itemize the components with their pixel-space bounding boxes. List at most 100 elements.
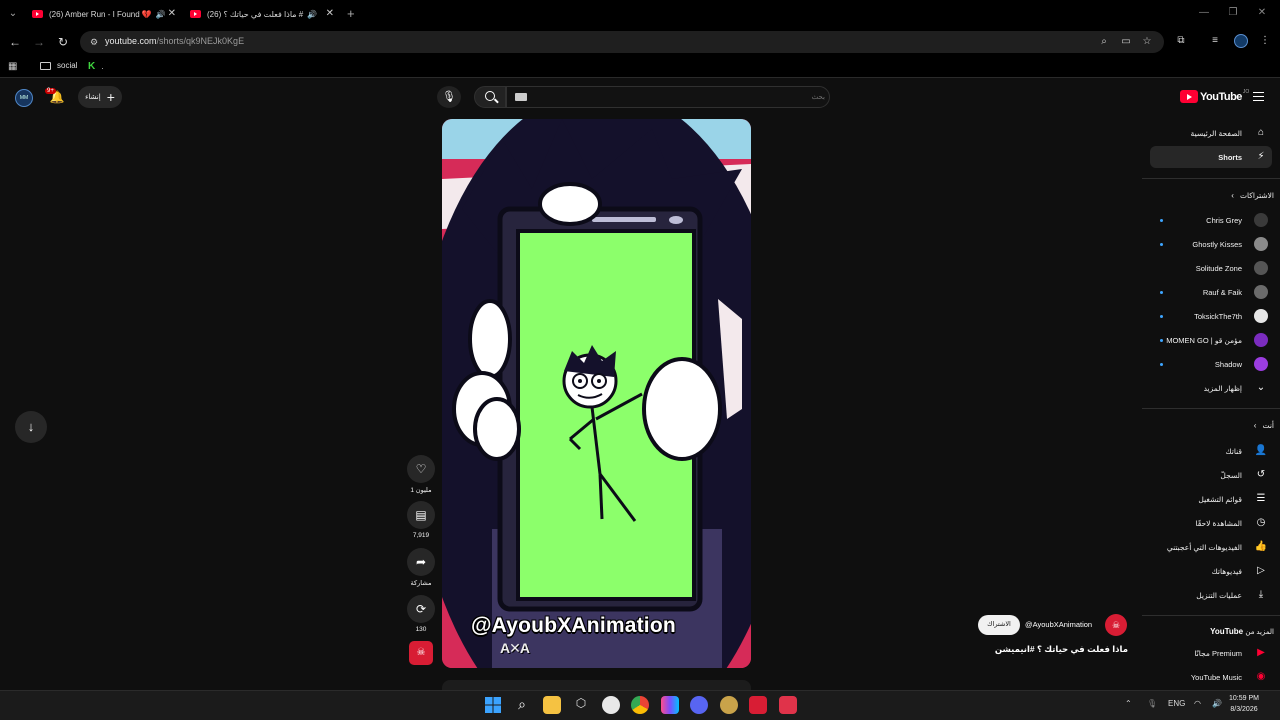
guide-item-premium[interactable]: ▶ Premium مجانًا bbox=[1150, 642, 1272, 664]
address-bar[interactable]: ⚙ youtube.com/shorts/qk9NEJk0KgE ⌕ ▭ ☆ bbox=[80, 31, 1164, 53]
file-explorer-icon[interactable] bbox=[543, 696, 561, 714]
sidebar-you-item[interactable]: ◷ المشاهدة لاحقًا bbox=[1150, 512, 1272, 534]
subscribe-button[interactable]: الاشتراك bbox=[978, 615, 1020, 635]
browser-menu-icon[interactable]: ⋮ bbox=[1258, 34, 1272, 48]
remix-button[interactable]: ⟳ 130 bbox=[405, 595, 437, 633]
reload-icon[interactable]: ↻ bbox=[55, 34, 71, 50]
discord-icon[interactable] bbox=[690, 696, 708, 714]
wifi-icon[interactable]: ◠ bbox=[1194, 699, 1201, 708]
browser-tab[interactable]: (26) Amber Run - I Found 💔 🔊 ✕ bbox=[32, 4, 176, 24]
shorts-icon: ⚡ bbox=[1257, 151, 1265, 162]
tray-mic-icon[interactable]: 🎙 bbox=[1147, 699, 1157, 708]
sidebar-subscription-item[interactable]: مؤمن قو | MOMEN GO bbox=[1150, 329, 1272, 351]
taskbar-search-icon[interactable]: ⌕ bbox=[513, 696, 531, 714]
sidebar-subscription-item[interactable]: Solitude Zone bbox=[1150, 257, 1272, 279]
subscriptions-header[interactable]: الاشتراكات › bbox=[1150, 191, 1274, 200]
app-stripes-icon[interactable] bbox=[661, 696, 679, 714]
close-window-icon[interactable]: ✕ bbox=[1255, 7, 1269, 18]
tab-search-icon[interactable]: ⌄ bbox=[6, 7, 20, 21]
next-video-arrow-icon[interactable]: ↓ bbox=[15, 411, 47, 443]
channel-avatar[interactable]: ☠ bbox=[1105, 614, 1127, 636]
speaker-icon[interactable]: 🔊 bbox=[156, 10, 166, 19]
app-red-active-icon[interactable] bbox=[779, 696, 797, 714]
shorts-video-player[interactable] bbox=[442, 119, 751, 668]
zoom-icon[interactable]: ⌕ bbox=[1097, 35, 1111, 49]
guide-item-home[interactable]: ⌂ الصفحة الرئيسية bbox=[1150, 122, 1272, 144]
sidebar-subscription-item[interactable]: Ghostly Kisses bbox=[1150, 233, 1272, 255]
apps-grid-icon[interactable]: ▦ bbox=[8, 61, 17, 72]
sidebar-you-item[interactable]: 👍 الفيديوهات التي أعجبتني bbox=[1150, 536, 1272, 558]
playlist-icon: ☰ bbox=[1256, 493, 1266, 504]
youtube-logo[interactable]: YouTube JO bbox=[1180, 89, 1249, 103]
search-box[interactable] bbox=[506, 86, 830, 108]
share-button[interactable]: ➦ مشاركة bbox=[405, 548, 437, 587]
sidebar-you-item[interactable]: 👤 قناتك bbox=[1150, 440, 1272, 462]
sidebar-you-item[interactable]: ▷ فيديوهاتك bbox=[1150, 560, 1272, 582]
comments-button[interactable]: ▤ 7,919 bbox=[405, 501, 437, 539]
sidebar-subscription-item[interactable]: Chris Grey bbox=[1150, 209, 1272, 231]
new-tab-button[interactable]: + bbox=[347, 6, 355, 21]
bookmark-k[interactable]: K . bbox=[88, 61, 103, 72]
close-tab-icon[interactable]: ✕ bbox=[168, 8, 176, 19]
app-cube-icon[interactable]: ⬡ bbox=[572, 696, 590, 714]
forward-icon[interactable]: → bbox=[31, 34, 47, 50]
channel-row: الاشتراك @AyoubXAnimation ☠ bbox=[975, 613, 1130, 639]
short-title[interactable]: ماذا فعلت في حياتك ؟ #انيميشن bbox=[980, 644, 1128, 655]
language-indicator[interactable]: ENG bbox=[1168, 699, 1185, 708]
share-icon: ➦ bbox=[407, 548, 435, 576]
url-text[interactable]: youtube.com/shorts/qk9NEJk0KgE bbox=[105, 36, 244, 46]
comment-icon: ▤ bbox=[407, 501, 435, 529]
channel-avatar-icon bbox=[1254, 237, 1268, 251]
like-count: 1 مليون bbox=[410, 487, 432, 494]
voice-search-mic-icon[interactable]: 🎙 bbox=[437, 86, 461, 108]
tray-chevron-up-icon[interactable]: ⌃ bbox=[1125, 699, 1132, 708]
channel-handle[interactable]: @AyoubXAnimation bbox=[1025, 620, 1092, 629]
volume-icon[interactable]: 🔊 bbox=[1212, 699, 1222, 708]
cast-icon[interactable]: ▭ bbox=[1119, 35, 1133, 49]
sidebar-subscription-item[interactable]: Shadow bbox=[1150, 353, 1272, 375]
guide-menu-icon[interactable] bbox=[1253, 92, 1264, 101]
site-info-icon[interactable]: ⚙ bbox=[88, 36, 100, 48]
create-button[interactable]: إنشاء + bbox=[78, 86, 122, 108]
sidebar-subscription-item[interactable]: ToksickThe7th bbox=[1150, 305, 1272, 327]
minimize-icon[interactable]: — bbox=[1197, 7, 1211, 18]
sound-avatar[interactable]: ☠ bbox=[409, 641, 433, 665]
sidebar-you-item[interactable]: ⤓ عمليات التنزيل bbox=[1150, 584, 1272, 606]
profile-avatar[interactable] bbox=[1234, 34, 1248, 48]
person-icon: 👤 bbox=[1254, 445, 1268, 456]
sidebar-you-item[interactable]: ☰ قوائم التشغيل bbox=[1150, 488, 1272, 510]
sidebar-subscription-item[interactable]: Rauf & Faik bbox=[1150, 281, 1272, 303]
like-button[interactable]: ♡ 1 مليون bbox=[405, 455, 437, 494]
next-short-preview[interactable] bbox=[442, 680, 751, 690]
speaker-icon[interactable]: 🔊 bbox=[307, 10, 317, 19]
guide-item-youtube-music[interactable]: ◉ YouTube Music bbox=[1150, 666, 1272, 688]
app-red-icon[interactable] bbox=[749, 696, 767, 714]
search-button[interactable] bbox=[474, 86, 506, 108]
taskbar-clock[interactable]: 10:59 PM 8/3/2026 bbox=[1229, 693, 1259, 715]
close-tab-icon[interactable]: ✕ bbox=[326, 8, 334, 19]
windows-start-icon[interactable] bbox=[484, 696, 502, 714]
plus-icon: + bbox=[106, 89, 115, 105]
logo-wordmark: YouTube bbox=[1200, 90, 1242, 103]
show-more-button[interactable]: ⌄ إظهار المزيد bbox=[1150, 377, 1272, 399]
guide-item-shorts[interactable]: ⚡ Shorts bbox=[1150, 146, 1272, 168]
search-input[interactable] bbox=[515, 90, 825, 104]
sidebar-you-item[interactable]: ↺ السجلّ bbox=[1150, 464, 1272, 486]
back-icon[interactable]: ← bbox=[7, 34, 23, 50]
youtube-favicon-icon bbox=[32, 10, 43, 18]
channel-avatar-icon bbox=[1254, 261, 1268, 275]
guide-item-label: الصفحة الرئيسية bbox=[1190, 128, 1242, 138]
media-controls-icon[interactable]: ≡ bbox=[1208, 34, 1222, 48]
download-icon: ⤓ bbox=[1258, 589, 1264, 600]
account-avatar[interactable]: MM bbox=[15, 89, 33, 107]
chrome-icon[interactable] bbox=[631, 696, 649, 714]
bookmark-star-icon[interactable]: ☆ bbox=[1140, 35, 1154, 49]
bookmark-social[interactable]: social bbox=[40, 61, 77, 70]
extensions-icon[interactable]: ⧉ bbox=[1174, 34, 1188, 48]
app-avatar-icon[interactable] bbox=[720, 696, 738, 714]
browser-tab-active[interactable]: (26) ماذا فعلت في حياتك ؟ # 🔊 ✕ bbox=[190, 4, 334, 24]
app-round-icon[interactable] bbox=[602, 696, 620, 714]
maximize-icon[interactable]: ❐ bbox=[1226, 7, 1240, 18]
you-header[interactable]: أنت › bbox=[1150, 421, 1274, 430]
comment-count: 7,919 bbox=[412, 532, 430, 539]
